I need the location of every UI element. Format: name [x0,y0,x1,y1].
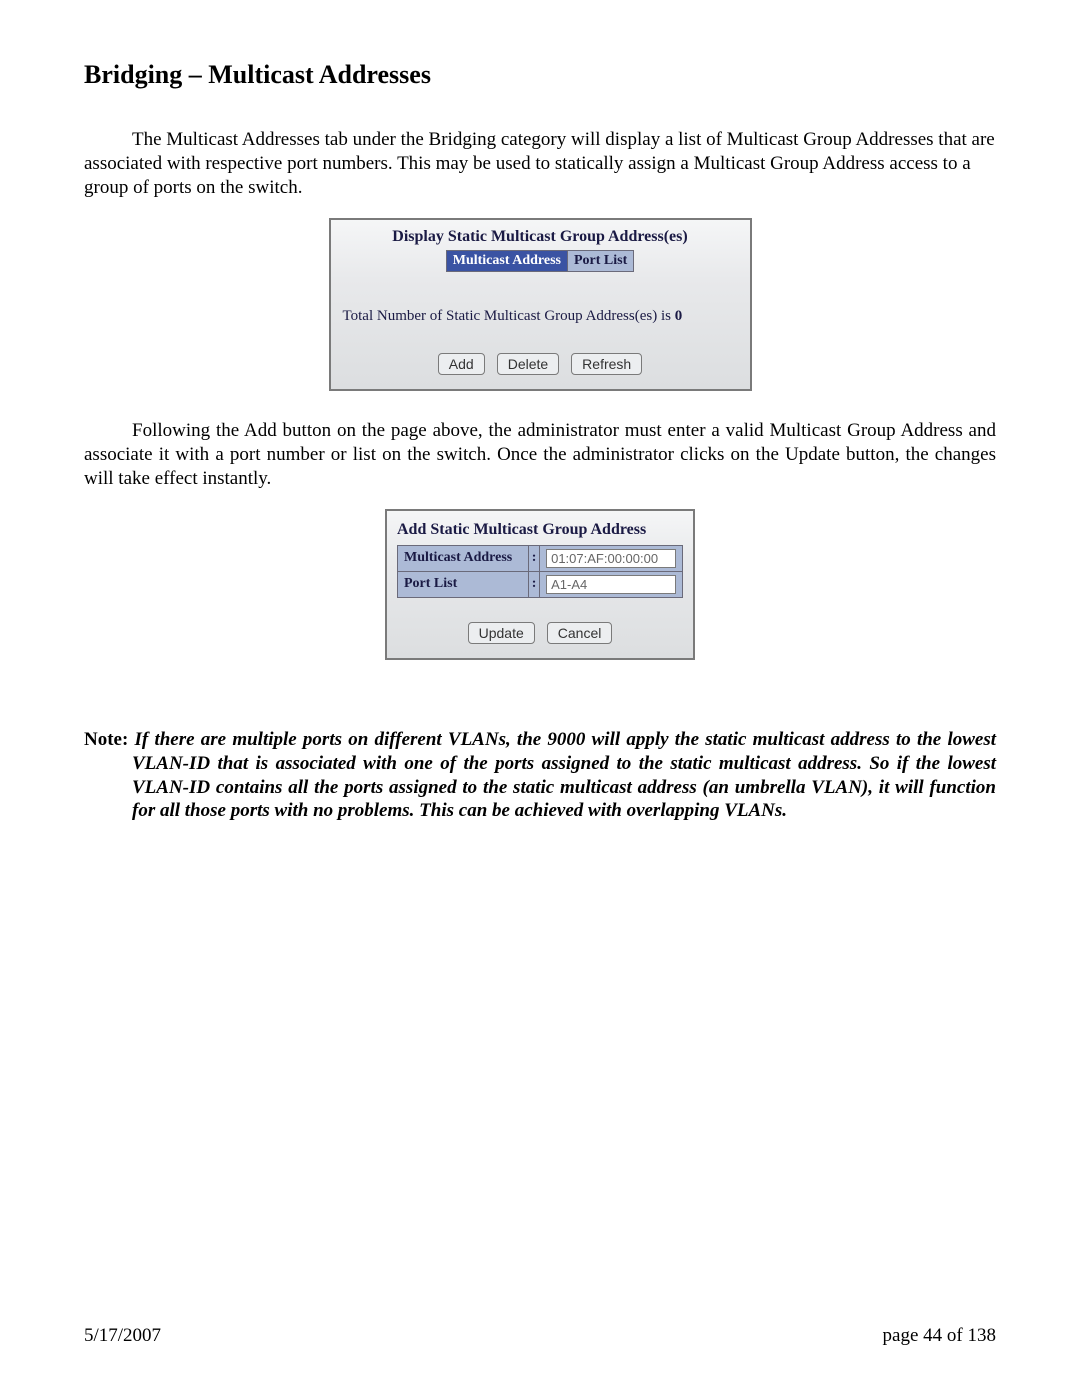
display-multicast-title: Display Static Multicast Group Address(e… [343,228,738,246]
delete-button[interactable]: Delete [497,353,559,375]
footer-page-info: page 44 of 138 [883,1325,996,1347]
add-multicast-panel: Add Static Multicast Group Address Multi… [385,509,695,660]
cancel-button[interactable]: Cancel [547,622,613,644]
total-line: Total Number of Static Multicast Group A… [343,308,738,325]
refresh-button[interactable]: Refresh [571,353,642,375]
form-row-multicast-address: Multicast Address : [398,545,683,571]
multicast-header-table: Multicast Address Port List [446,250,635,272]
note-paragraph: Note: If there are multiple ports on dif… [84,728,996,824]
add-button[interactable]: Add [438,353,485,375]
paragraph-followup: Following the Add button on the page abo… [84,419,996,491]
cell-multicast-address [540,545,683,571]
add-multicast-form: Multicast Address : Port List : [397,545,683,598]
add-multicast-title: Add Static Multicast Group Address [397,521,683,539]
footer-date: 5/17/2007 [84,1325,161,1347]
colon-icon: : [529,571,540,597]
multicast-address-input[interactable] [546,549,676,568]
col-port-list: Port List [567,250,633,271]
label-port-list: Port List [398,571,529,597]
cell-port-list [540,571,683,597]
display-multicast-panel: Display Static Multicast Group Address(e… [329,218,752,391]
form-row-port-list: Port List : [398,571,683,597]
update-button[interactable]: Update [468,622,535,644]
note-body: If there are multiple ports on different… [132,729,996,822]
total-prefix: Total Number of Static Multicast Group A… [343,308,675,324]
paragraph-intro: The Multicast Addresses tab under the Br… [84,128,996,200]
colon-icon: : [529,545,540,571]
total-value: 0 [675,308,683,324]
label-multicast-address: Multicast Address [398,545,529,571]
port-list-input[interactable] [546,575,676,594]
page-heading: Bridging – Multicast Addresses [84,60,996,90]
col-multicast-address: Multicast Address [446,250,567,271]
note-label: Note: [84,729,135,750]
